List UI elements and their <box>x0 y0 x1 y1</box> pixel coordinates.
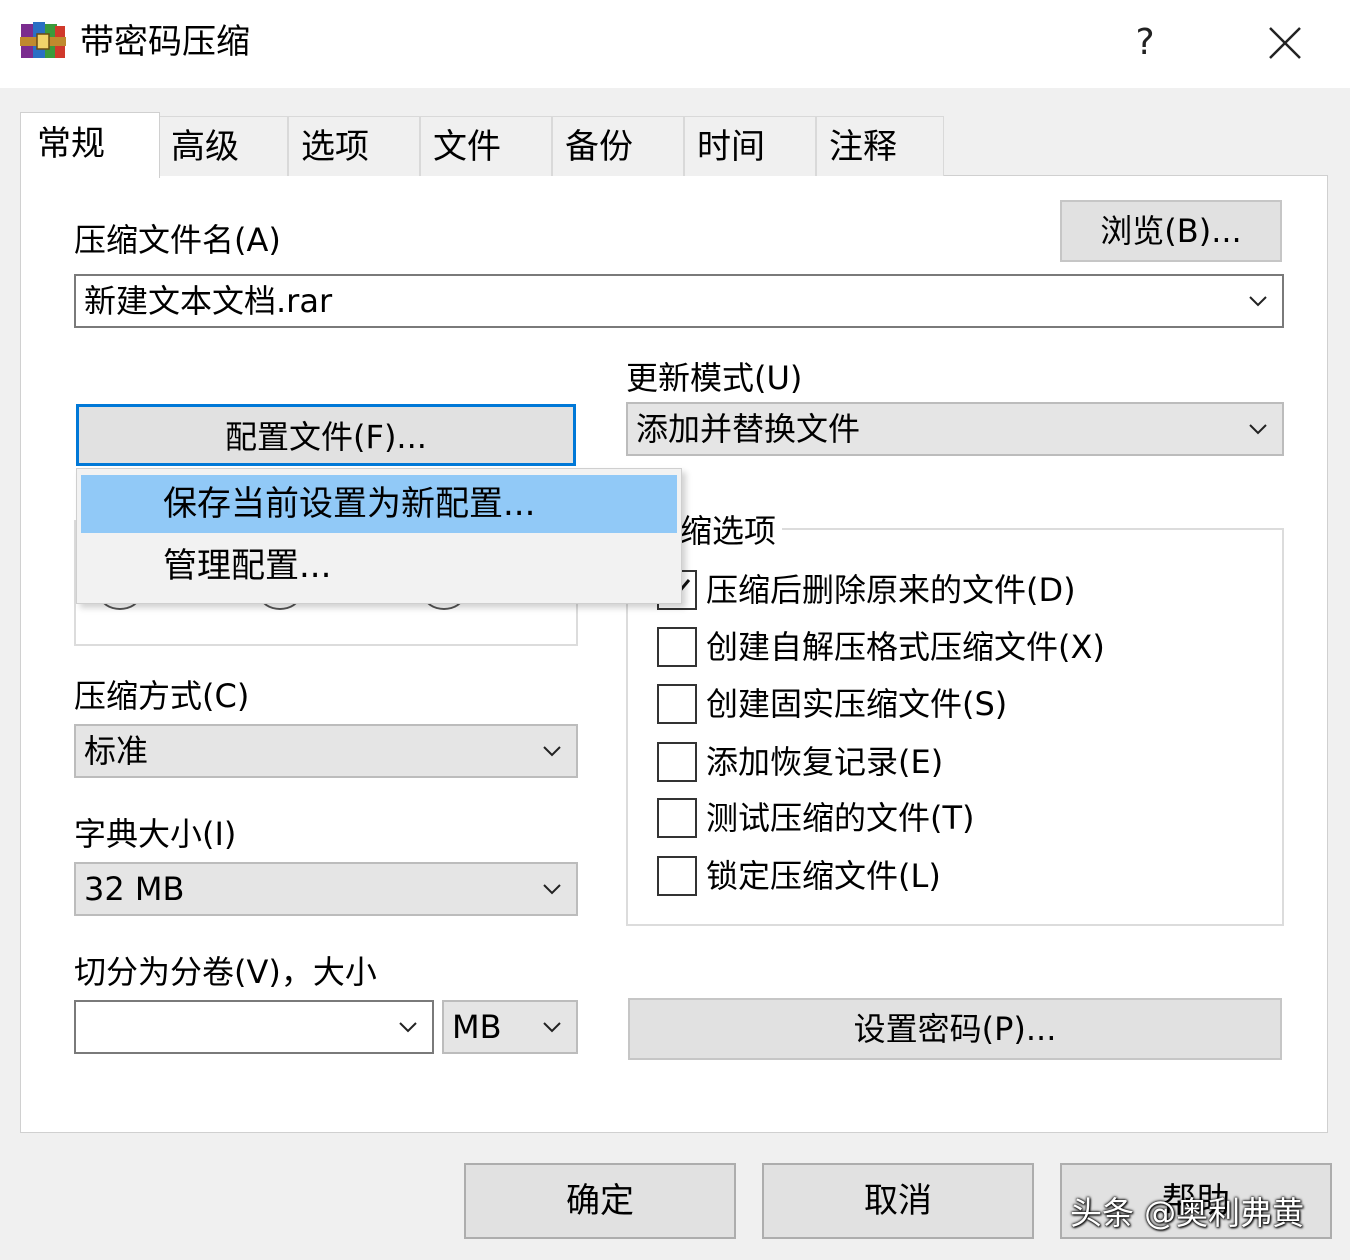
archive-name-combo[interactable]: 新建文本文档.rar <box>74 274 1284 328</box>
archive-name-label: 压缩文件名(A) <box>74 221 281 259</box>
checkbox-recovery[interactable] <box>657 742 697 782</box>
tab-time[interactable]: 时间 <box>684 116 816 176</box>
split-unit-value: MB <box>452 1008 502 1046</box>
window-title: 带密码压缩 <box>80 22 250 62</box>
browse-button[interactable]: 浏览(B)... <box>1060 200 1282 262</box>
tab-files[interactable]: 文件 <box>420 116 552 176</box>
split-unit-select[interactable]: MB <box>442 1000 578 1054</box>
update-mode-label: 更新模式(U) <box>626 359 803 397</box>
set-password-button[interactable]: 设置密码(P)... <box>628 998 1282 1060</box>
ok-button[interactable]: 确定 <box>464 1163 736 1239</box>
update-mode-select[interactable]: 添加并替换文件 <box>626 402 1284 456</box>
option-label-sfx[interactable]: 创建自解压格式压缩文件(X) <box>706 627 1105 667</box>
dictionary-size-label: 字典大小(I) <box>74 815 237 853</box>
update-mode-value: 添加并替换文件 <box>636 410 861 448</box>
chevron-down-icon[interactable] <box>1248 291 1268 311</box>
option-label-test[interactable]: 测试压缩的文件(T) <box>706 798 975 838</box>
cancel-button[interactable]: 取消 <box>762 1163 1034 1239</box>
close-button[interactable] <box>1255 18 1315 68</box>
tab-backup[interactable]: 备份 <box>552 116 684 176</box>
chevron-down-icon[interactable] <box>398 1017 418 1037</box>
tab-advanced[interactable]: 高级 <box>158 116 288 176</box>
compression-method-label: 压缩方式(C) <box>74 677 250 715</box>
profiles-menu: 保存当前设置为新配置... 管理配置... <box>76 468 682 604</box>
checkbox-solid[interactable] <box>657 684 697 724</box>
dictionary-size-select[interactable]: 32 MB <box>74 862 578 916</box>
profiles-button[interactable]: 配置文件(F)... <box>76 404 576 466</box>
close-icon <box>1269 27 1301 59</box>
chevron-down-icon[interactable] <box>542 879 562 899</box>
tab-general[interactable]: 常规 <box>20 112 160 178</box>
archiving-options-title: 缩选项 <box>680 511 783 551</box>
option-label-solid[interactable]: 创建固实压缩文件(S) <box>706 684 1007 724</box>
compression-method-value: 标准 <box>84 732 149 770</box>
menu-item-save-profile[interactable]: 保存当前设置为新配置... <box>81 475 677 533</box>
tab-options[interactable]: 选项 <box>288 116 420 176</box>
option-label-delete-after[interactable]: 压缩后删除原来的文件(D) <box>706 570 1076 610</box>
split-size-combo[interactable] <box>74 1000 434 1054</box>
winrar-books-icon <box>20 20 66 62</box>
title-help-button[interactable]: ? <box>1115 18 1175 68</box>
chevron-down-icon[interactable] <box>542 741 562 761</box>
option-label-lock[interactable]: 锁定压缩文件(L) <box>706 856 941 896</box>
dictionary-size-value: 32 MB <box>84 870 185 908</box>
chevron-down-icon[interactable] <box>1248 419 1268 439</box>
watermark: 头条 @奥利弗黄 <box>1070 1194 1305 1232</box>
checkbox-test[interactable] <box>657 798 697 838</box>
compression-method-select[interactable]: 标准 <box>74 724 578 778</box>
split-volumes-label: 切分为分卷(V)，大小 <box>74 953 377 991</box>
option-label-recovery[interactable]: 添加恢复记录(E) <box>706 742 943 782</box>
checkbox-lock[interactable] <box>657 856 697 896</box>
checkbox-sfx[interactable] <box>657 627 697 667</box>
archive-name-value: 新建文本文档.rar <box>84 282 333 320</box>
chevron-down-icon[interactable] <box>542 1017 562 1037</box>
tab-comment[interactable]: 注释 <box>816 116 944 176</box>
menu-item-manage-profiles[interactable]: 管理配置... <box>81 537 677 595</box>
